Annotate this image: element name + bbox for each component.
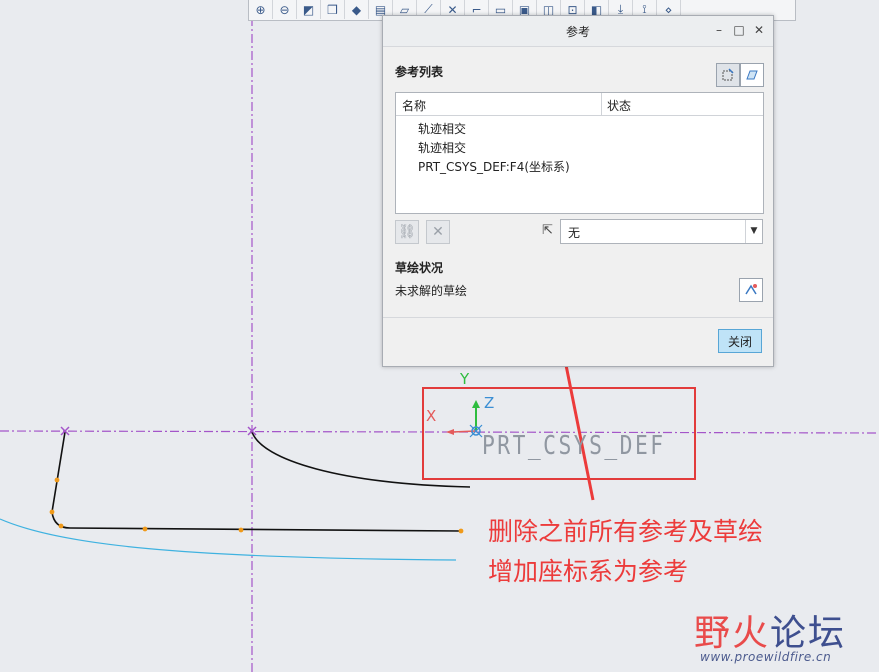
list-item[interactable]: PRT_CSYS_DEF:F4(坐标系) — [418, 158, 570, 175]
repaint-icon[interactable]: ◩ — [297, 0, 321, 19]
csys-x-label: X — [426, 407, 437, 425]
csys-z-label: Z — [484, 394, 495, 412]
watermark-url: www.proewildfire.cn — [700, 650, 832, 664]
reference-list[interactable]: 名称 状态 轨迹相交 轨迹相交 PRT_CSYS_DEF:F4(坐标系) — [395, 92, 764, 214]
dialog-title-bar[interactable]: 参考 – □ ✕ — [383, 16, 773, 47]
sketch-vertices — [49, 477, 464, 534]
maximize-icon[interactable]: □ — [731, 22, 747, 38]
zoom-in-icon[interactable]: ⊕ — [249, 0, 273, 19]
close-icon[interactable]: ✕ — [751, 22, 767, 38]
watermark-logo: 野火论坛 — [694, 613, 847, 654]
view-cube-icon[interactable]: ❒ — [321, 0, 345, 19]
column-status-header[interactable]: 状态 — [607, 97, 631, 114]
xsec-filter-icon[interactable] — [740, 63, 764, 87]
references-dialog: 参考 – □ ✕ 参考列表 名称 状态 轨迹相交 轨迹相交 PRT_CSYS_D… — [382, 15, 774, 367]
zoom-out-icon[interactable]: ⊖ — [273, 0, 297, 19]
list-header: 名称 状态 — [396, 93, 763, 116]
sketch-line-left[interactable] — [51, 431, 461, 532]
annotation-line-2: 增加座标系为参考 — [488, 557, 689, 586]
saved-views-icon[interactable]: ◆ — [345, 0, 369, 19]
delete-icon[interactable]: ✕ — [426, 220, 450, 244]
pointer-icon: ⇱ — [542, 223, 553, 238]
close-button[interactable]: 关闭 — [718, 329, 762, 353]
list-item[interactable]: 轨迹相交 — [418, 120, 466, 137]
list-item[interactable]: 轨迹相交 — [418, 139, 466, 156]
csys-name-label[interactable]: PRT_CSYS_DEF — [482, 431, 666, 461]
filter-select[interactable]: 无 ▼ — [560, 219, 763, 244]
ref-list-label: 参考列表 — [395, 65, 444, 79]
solve-sketch-icon[interactable] — [739, 278, 763, 302]
chevron-down-icon[interactable]: ▼ — [745, 220, 762, 243]
column-name-header[interactable]: 名称 — [402, 97, 426, 114]
sketch-status-value: 未求解的草绘 — [395, 284, 468, 298]
filter-select-value: 无 — [568, 226, 581, 240]
trajectory-curve[interactable] — [0, 518, 457, 561]
minimize-icon[interactable]: – — [711, 22, 727, 38]
annotation-line-1: 删除之前所有参考及草绘 — [488, 517, 764, 546]
sketch-status-label: 草绘状况 — [395, 261, 444, 275]
csys-glyph — [446, 400, 483, 438]
select-filter-icon[interactable] — [716, 63, 740, 87]
csys-y-label: Y — [460, 370, 470, 388]
horizontal-reference-line — [0, 430, 879, 434]
link-icon[interactable]: ⛓ — [395, 220, 419, 244]
